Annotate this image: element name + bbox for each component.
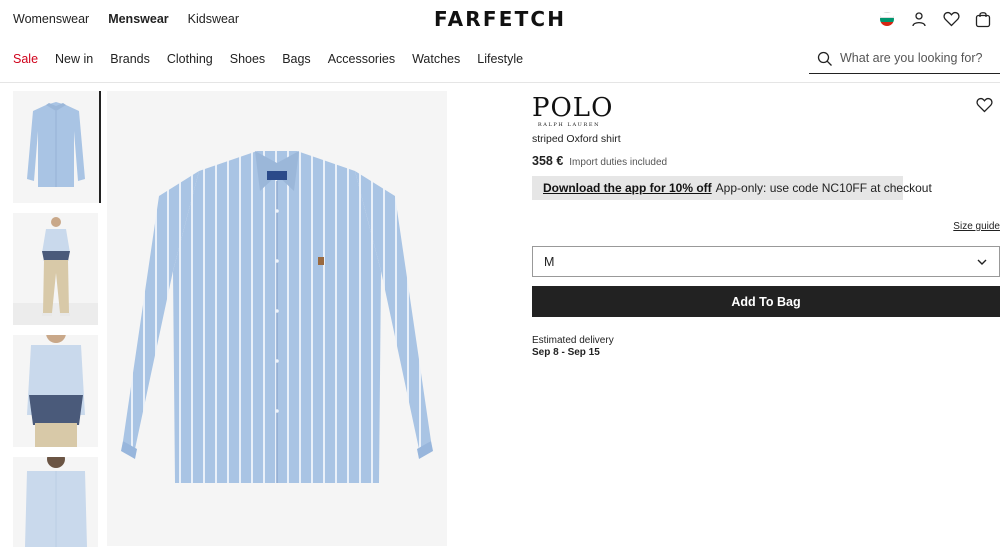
price-row: 358 € Import duties included [532, 154, 667, 168]
category-nav: Sale New in Brands Clothing Shoes Bags A… [13, 52, 523, 66]
promo-link[interactable]: Download the app for 10% off [543, 181, 712, 195]
thumbnail-shirt-front[interactable] [13, 91, 101, 203]
nav-watches[interactable]: Watches [412, 52, 460, 66]
brand-subname: RALPH LAUREN [537, 122, 601, 128]
thumbnail-model-back[interactable] [13, 457, 98, 547]
nav-sale[interactable]: Sale [13, 52, 38, 66]
brand-name: POLO [532, 93, 614, 123]
header-actions [878, 10, 992, 28]
wishlist-icon[interactable] [942, 10, 960, 28]
nav-womenswear[interactable]: Womenswear [13, 12, 89, 26]
size-select[interactable]: M [532, 246, 1000, 277]
bag-icon[interactable] [974, 10, 992, 28]
brand-logo[interactable]: POLO RALPH LAUREN [532, 93, 614, 128]
thumbnail-model-full[interactable] [13, 213, 98, 325]
app-promo-banner: Download the app for 10% off App-only: u… [532, 176, 932, 200]
flag-icon[interactable] [878, 10, 896, 28]
header-divider [0, 82, 1000, 83]
nav-brands[interactable]: Brands [110, 52, 150, 66]
main-product-image[interactable] [107, 91, 447, 546]
search-bar[interactable] [809, 45, 1000, 74]
promo-text: App-only: use code NC10FF at checkout [715, 181, 932, 195]
chevron-down-icon [976, 256, 988, 271]
nav-menswear[interactable]: Menswear [108, 12, 168, 26]
add-to-wishlist-button[interactable] [976, 97, 993, 116]
nav-clothing[interactable]: Clothing [167, 52, 213, 66]
department-nav: Womenswear Menswear Kidswear [13, 12, 239, 26]
heart-icon [976, 97, 993, 113]
nav-lifestyle[interactable]: Lifestyle [477, 52, 523, 66]
search-input[interactable] [840, 51, 998, 65]
search-icon[interactable] [817, 51, 833, 70]
thumbnail-model-close[interactable] [13, 335, 98, 447]
farfetch-logo[interactable]: FARFETCH [434, 7, 566, 31]
add-to-bag-button[interactable]: Add To Bag [532, 286, 1000, 317]
size-guide-link[interactable]: Size guide [953, 221, 1000, 232]
size-select-value: M [544, 254, 555, 269]
delivery-date: Sep 8 - Sep 15 [532, 347, 600, 358]
nav-bags[interactable]: Bags [282, 52, 311, 66]
nav-accessories[interactable]: Accessories [328, 52, 395, 66]
nav-kidswear[interactable]: Kidswear [188, 12, 239, 26]
delivery-label: Estimated delivery [532, 335, 614, 346]
duties-note: Import duties included [569, 157, 668, 168]
product-price: 358 € [532, 154, 564, 168]
product-name: striped Oxford shirt [532, 133, 621, 145]
nav-new-in[interactable]: New in [55, 52, 93, 66]
account-icon[interactable] [910, 10, 928, 28]
nav-shoes[interactable]: Shoes [230, 52, 265, 66]
